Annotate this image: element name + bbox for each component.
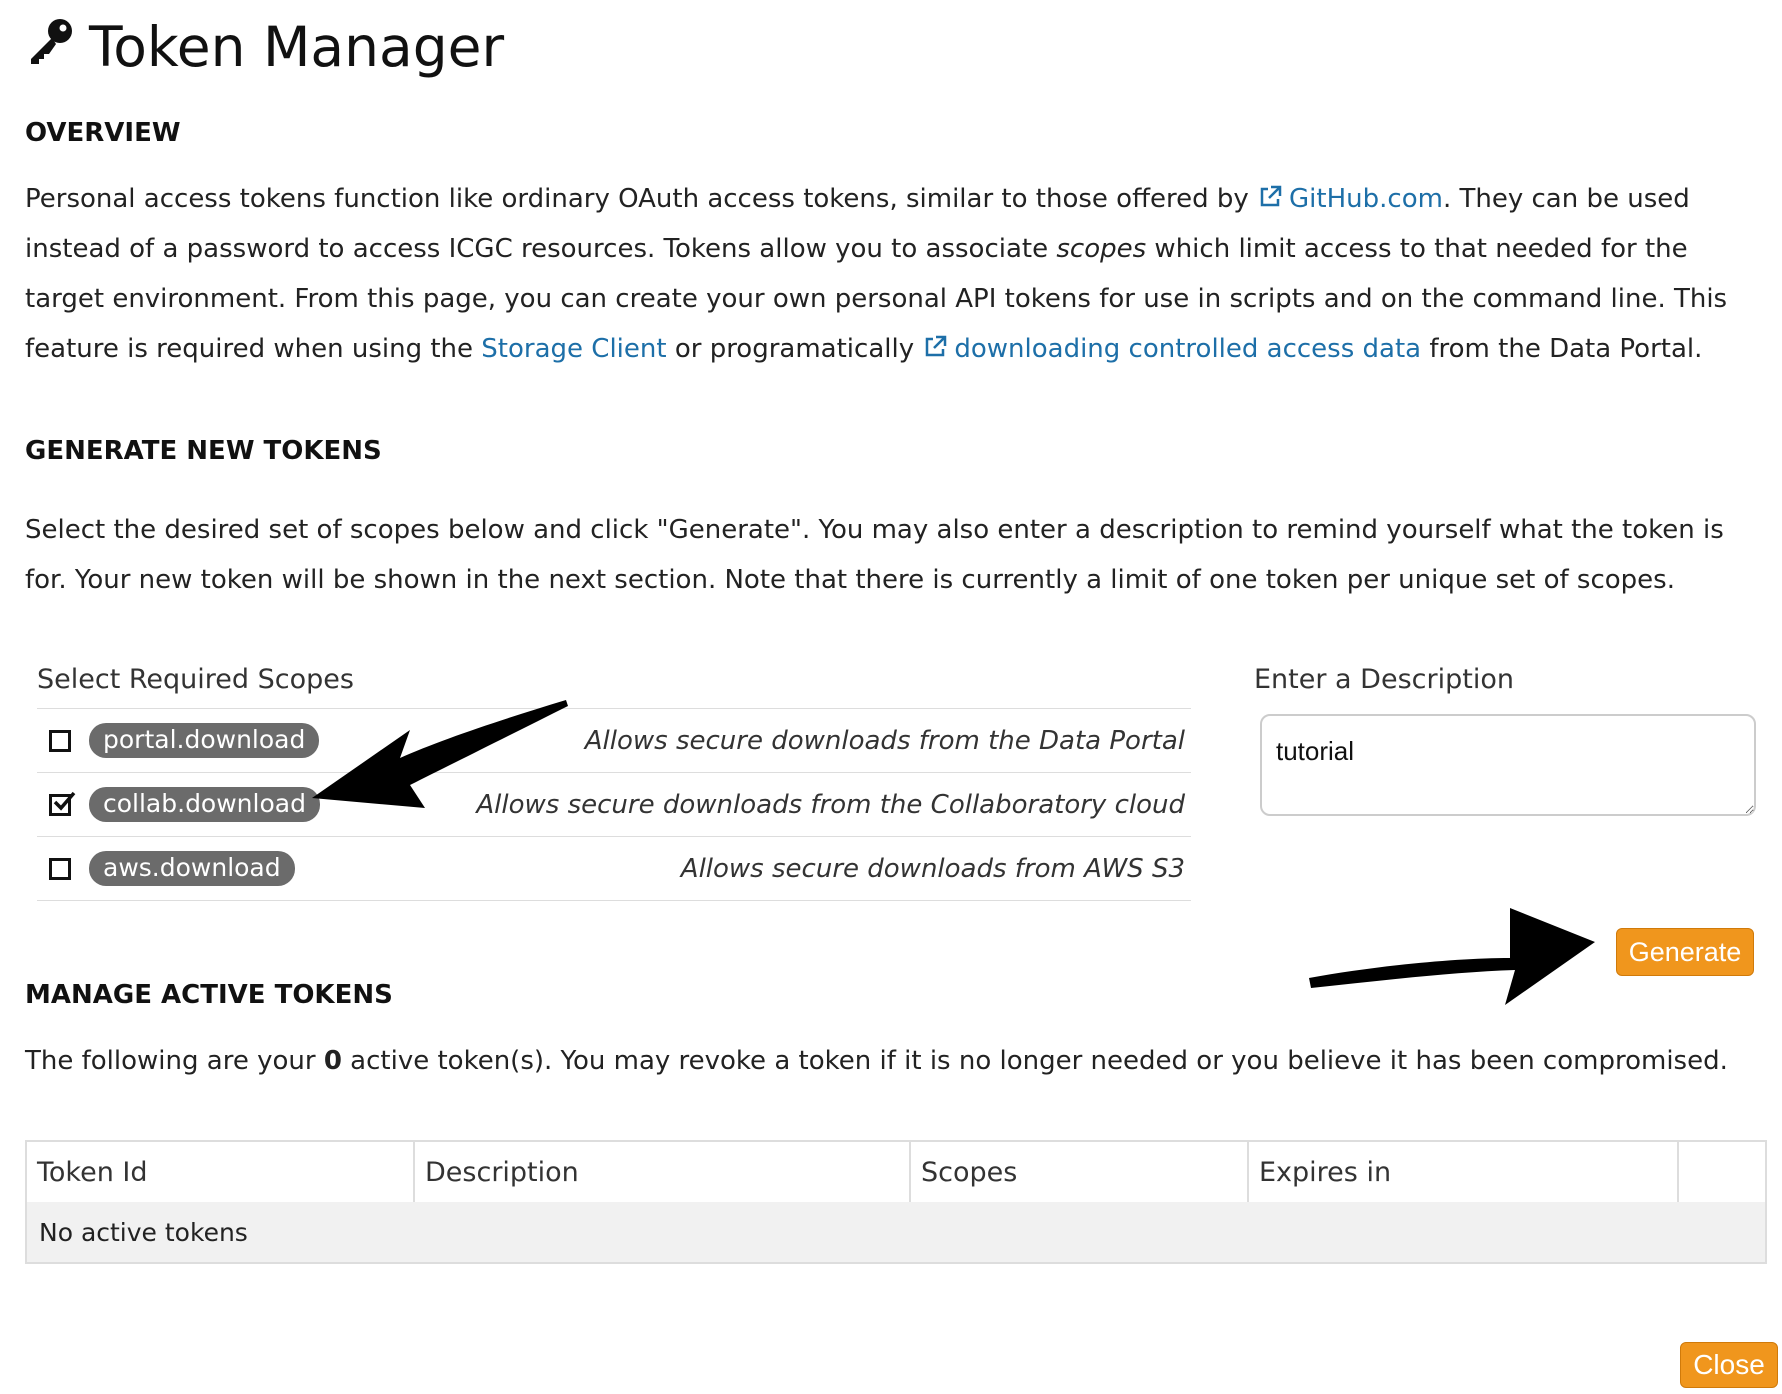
scope-badge: collab.download xyxy=(89,787,320,822)
overview-text: Personal access tokens function like ord… xyxy=(25,174,1745,374)
scope-checkbox-aws[interactable] xyxy=(49,857,71,880)
table-row: No active tokens xyxy=(26,1202,1766,1263)
column-header[interactable]: Token Id xyxy=(26,1141,415,1202)
scope-row-aws: aws.download Allows secure downloads fro… xyxy=(37,836,1191,901)
manage-heading: MANAGE ACTIVE TOKENS xyxy=(25,980,393,1010)
page-title-text: Token Manager xyxy=(89,15,505,79)
scope-row-portal: portal.download Allows secure downloads … xyxy=(37,708,1191,772)
scope-badge: aws.download xyxy=(89,851,295,886)
scope-description: Allows secure downloads from AWS S3 xyxy=(680,853,1185,884)
description-input[interactable]: tutorial xyxy=(1260,714,1756,816)
manage-text-part: The following are your xyxy=(25,1046,324,1076)
generate-text: Select the desired set of scopes below a… xyxy=(25,515,1724,595)
table-header-row: Token Id Description Scopes Expires in xyxy=(26,1141,1766,1202)
scope-description: Allows secure downloads from the Collabo… xyxy=(476,789,1185,820)
empty-message: No active tokens xyxy=(26,1202,1766,1263)
column-header[interactable]: Scopes xyxy=(910,1141,1249,1202)
scopes-emphasis: scopes xyxy=(1056,234,1147,264)
manage-text: The following are your 0 active token(s)… xyxy=(25,1036,1745,1086)
annotation-arrow-icon xyxy=(1309,908,1595,1005)
overview-text-part: or programatically xyxy=(666,334,923,364)
generate-button[interactable]: Generate xyxy=(1616,928,1754,976)
token-manager-dialog: Token Manager OVERVIEW Personal access t… xyxy=(0,0,1782,1394)
external-link-icon xyxy=(1260,185,1282,207)
description-label: Enter a Description xyxy=(1254,664,1514,695)
download-docs-link[interactable]: downloading controlled access data xyxy=(922,334,1421,364)
scope-checkbox-collab[interactable] xyxy=(49,791,76,816)
generate-heading: GENERATE NEW TOKENS xyxy=(25,436,382,466)
github-link[interactable]: GitHub.com xyxy=(1257,184,1443,214)
scope-row-collab: collab.download Allows secure downloads … xyxy=(37,772,1191,836)
column-header[interactable]: Description xyxy=(414,1141,911,1202)
column-header[interactable]: Expires in xyxy=(1248,1141,1679,1202)
external-link-icon xyxy=(926,335,947,357)
scope-description: Allows secure downloads from the Data Po… xyxy=(584,725,1185,756)
close-button[interactable]: Close xyxy=(1680,1342,1778,1388)
download-docs-label: downloading controlled access data xyxy=(954,334,1422,364)
scope-checkbox-portal[interactable] xyxy=(49,729,71,752)
page-title: Token Manager xyxy=(25,14,504,80)
github-link-label: GitHub.com xyxy=(1289,184,1443,214)
overview-text-part: from the Data Portal. xyxy=(1421,334,1703,364)
overview-text-part: Personal access tokens function like ord… xyxy=(25,184,1258,214)
storage-client-link[interactable]: Storage Client xyxy=(481,334,666,364)
annotation-arrow-icon xyxy=(312,700,568,808)
column-header xyxy=(1678,1141,1766,1202)
key-icon xyxy=(25,15,75,79)
tokens-table: Token Id Description Scopes Expires in N… xyxy=(25,1140,1767,1264)
scopes-table: portal.download Allows secure downloads … xyxy=(37,708,1191,901)
check-icon xyxy=(53,791,76,811)
active-token-count: 0 xyxy=(323,1046,342,1076)
overview-heading: OVERVIEW xyxy=(25,118,181,148)
manage-text-part: active token(s). You may revoke a token … xyxy=(341,1046,1728,1076)
scope-badge: portal.download xyxy=(89,723,320,758)
